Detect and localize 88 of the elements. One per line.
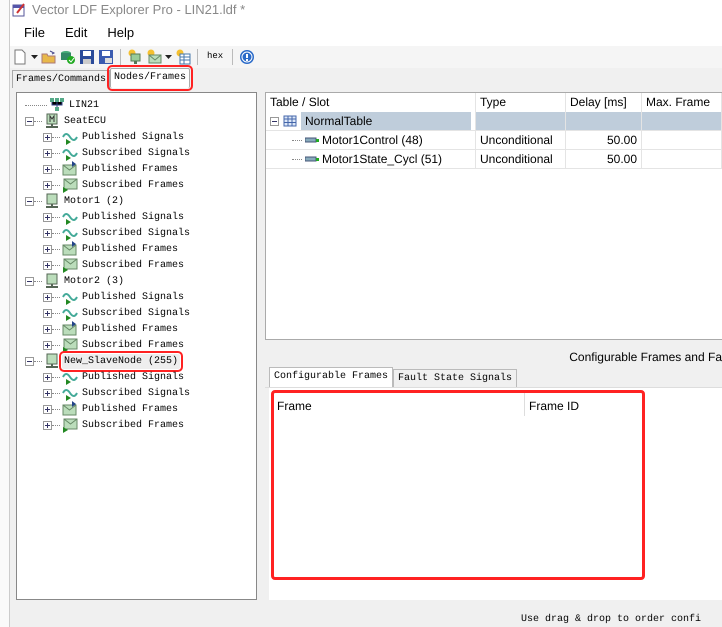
collapse-icon[interactable] xyxy=(25,196,34,206)
tree-item[interactable]: Motor2 (3) xyxy=(62,274,126,288)
expand-icon[interactable] xyxy=(43,228,52,238)
collapse-icon[interactable] xyxy=(270,116,279,126)
tree-item[interactable]: Published Frames xyxy=(80,162,180,176)
tab[interactable]: Nodes/Frames xyxy=(110,68,190,88)
expand-icon[interactable] xyxy=(43,212,52,222)
table-slot-label[interactable]: NormalTable xyxy=(301,112,471,130)
document-button[interactable] xyxy=(12,49,38,65)
table-cell: Unconditional xyxy=(476,131,566,150)
tree-item[interactable]: Motor1 (2) xyxy=(62,194,126,208)
expand-icon[interactable] xyxy=(43,260,52,270)
expand-icon[interactable] xyxy=(43,388,52,398)
tree-item[interactable]: Subscribed Frames xyxy=(80,178,186,192)
tree-item[interactable]: Published Frames xyxy=(80,402,180,416)
menu-item[interactable]: File xyxy=(14,23,55,43)
expand-icon[interactable] xyxy=(43,164,52,174)
expand-icon[interactable] xyxy=(43,148,52,158)
table-cell: Unconditional xyxy=(476,150,566,169)
computer-icon xyxy=(44,273,60,289)
tree-item[interactable]: Subscribed Signals xyxy=(80,386,192,400)
tab[interactable]: Fault State Signals xyxy=(393,369,518,387)
tree-item[interactable]: SeatECU xyxy=(62,114,108,128)
table-slot-label[interactable]: Motor1Control (48) xyxy=(322,131,423,149)
tree-item[interactable]: Published Signals xyxy=(80,210,186,224)
network-icon xyxy=(49,97,65,113)
expand-icon[interactable] xyxy=(43,420,52,430)
tree-item[interactable]: Subscribed Frames xyxy=(80,418,186,432)
tree-item[interactable]: Subscribed Signals xyxy=(80,146,192,160)
save-button[interactable] xyxy=(79,49,95,65)
envelope-icon xyxy=(62,241,78,257)
collapse-icon[interactable] xyxy=(25,356,34,366)
column-header[interactable]: Frame xyxy=(273,392,525,416)
expand-icon[interactable] xyxy=(43,372,52,382)
hex-button[interactable]: hex xyxy=(204,50,226,64)
database-check-button[interactable] xyxy=(60,49,76,65)
window-title: Vector LDF Explorer Pro - LIN21.ldf * xyxy=(32,1,246,20)
tree-item[interactable]: Subscribed Signals xyxy=(80,226,192,240)
envelope-icon xyxy=(62,321,78,337)
help-button[interactable] xyxy=(239,49,256,65)
envelope-icon xyxy=(62,177,78,193)
table-cell: 50.00 xyxy=(566,150,642,169)
expand-icon[interactable] xyxy=(43,180,52,190)
menu-item[interactable]: Edit xyxy=(54,23,98,43)
table-cell: 50.00 xyxy=(566,131,642,150)
tree-item[interactable]: Subscribed Signals xyxy=(80,306,192,320)
expand-icon[interactable] xyxy=(43,308,52,318)
slot-icon xyxy=(305,156,319,162)
table-slot-label[interactable]: Motor1State_Cycl (51) xyxy=(322,150,442,168)
envelope-icon xyxy=(62,401,78,417)
envelope-icon xyxy=(62,161,78,177)
envelope-add-button[interactable] xyxy=(146,49,172,65)
computer-icon xyxy=(44,113,60,129)
tree-item[interactable]: Published Signals xyxy=(80,290,186,304)
tree-item[interactable]: Subscribed Frames xyxy=(80,338,186,352)
collapse-icon[interactable] xyxy=(25,276,34,286)
table-add-button[interactable] xyxy=(175,49,191,65)
envelope-icon xyxy=(62,257,78,273)
expand-icon[interactable] xyxy=(43,244,52,254)
column-header[interactable]: Frame ID xyxy=(525,392,635,416)
section-title: Configurable Frames and Fa xyxy=(568,349,722,366)
folder-button[interactable] xyxy=(41,49,57,65)
tab[interactable]: Frames/Commands xyxy=(12,70,110,88)
tree-item[interactable]: Published Signals xyxy=(80,130,186,144)
computer-icon xyxy=(44,193,60,209)
envelope-icon xyxy=(62,417,78,433)
hint-text: Use drag & drop to order confi xyxy=(520,612,702,627)
expand-icon[interactable] xyxy=(43,404,52,414)
slot-icon xyxy=(305,137,319,143)
collapse-icon[interactable] xyxy=(25,116,34,126)
expand-icon[interactable] xyxy=(43,292,52,302)
save-as-button[interactable] xyxy=(98,49,114,65)
expand-icon[interactable] xyxy=(43,324,52,334)
table-icon xyxy=(283,115,297,127)
menu-item[interactable]: Help xyxy=(97,23,144,43)
tree-item[interactable]: New_SlaveNode (255) xyxy=(62,354,180,368)
computer-icon xyxy=(44,353,60,369)
tree-item[interactable]: LIN21 xyxy=(67,98,102,112)
tree-item[interactable]: Published Frames xyxy=(80,322,180,336)
expand-icon[interactable] xyxy=(43,340,52,350)
tree-item[interactable]: Subscribed Frames xyxy=(80,258,186,272)
tree-item[interactable]: Published Frames xyxy=(80,242,180,256)
tree-item[interactable]: Published Signals xyxy=(80,370,186,384)
tab[interactable]: Configurable Frames xyxy=(269,367,394,387)
expand-icon[interactable] xyxy=(43,132,52,142)
node-add-button[interactable] xyxy=(127,49,143,65)
caret-icon[interactable] xyxy=(165,55,172,59)
caret-icon[interactable] xyxy=(31,55,38,59)
